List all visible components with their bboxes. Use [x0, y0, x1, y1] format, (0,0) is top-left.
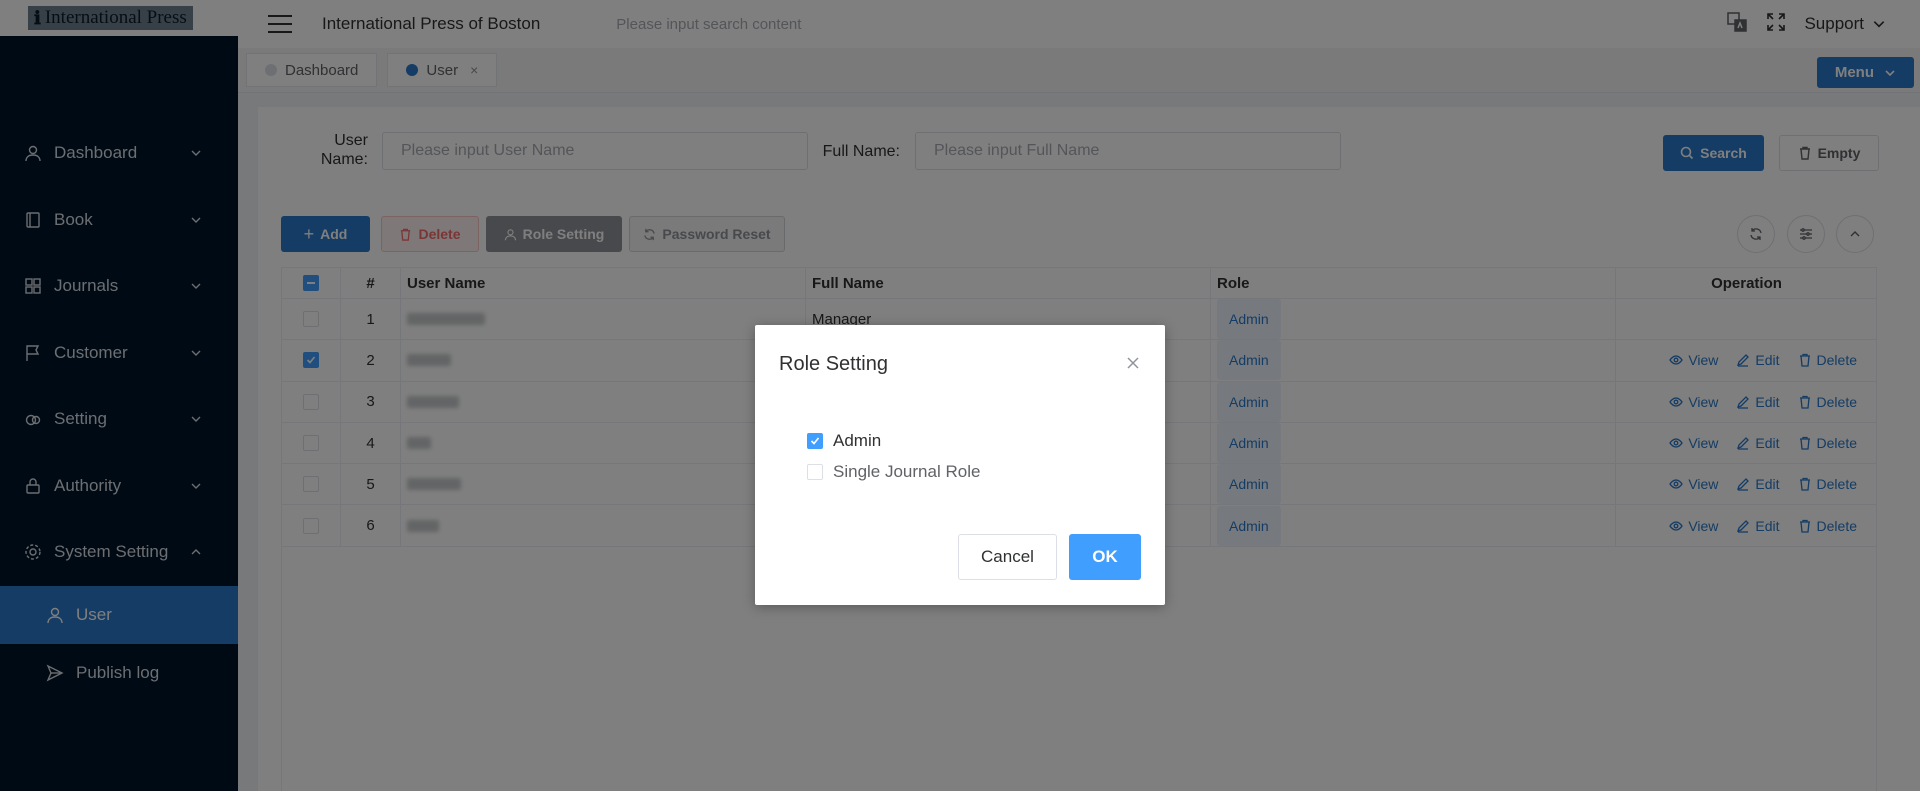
role-option-single-journal[interactable]: Single Journal Role [807, 462, 980, 482]
role-option-label: Single Journal Role [833, 462, 981, 481]
ok-button[interactable]: OK [1069, 534, 1141, 580]
role-option-admin[interactable]: Admin [807, 431, 881, 451]
cancel-button[interactable]: Cancel [958, 534, 1057, 580]
role-setting-dialog: Role Setting Admin Single Journal Role C… [755, 325, 1165, 605]
checkbox-checked[interactable] [807, 433, 823, 449]
dialog-title: Role Setting [779, 353, 888, 375]
close-icon[interactable] [1125, 355, 1141, 371]
role-option-label: Admin [833, 431, 882, 450]
checkbox-unchecked[interactable] [807, 464, 823, 480]
